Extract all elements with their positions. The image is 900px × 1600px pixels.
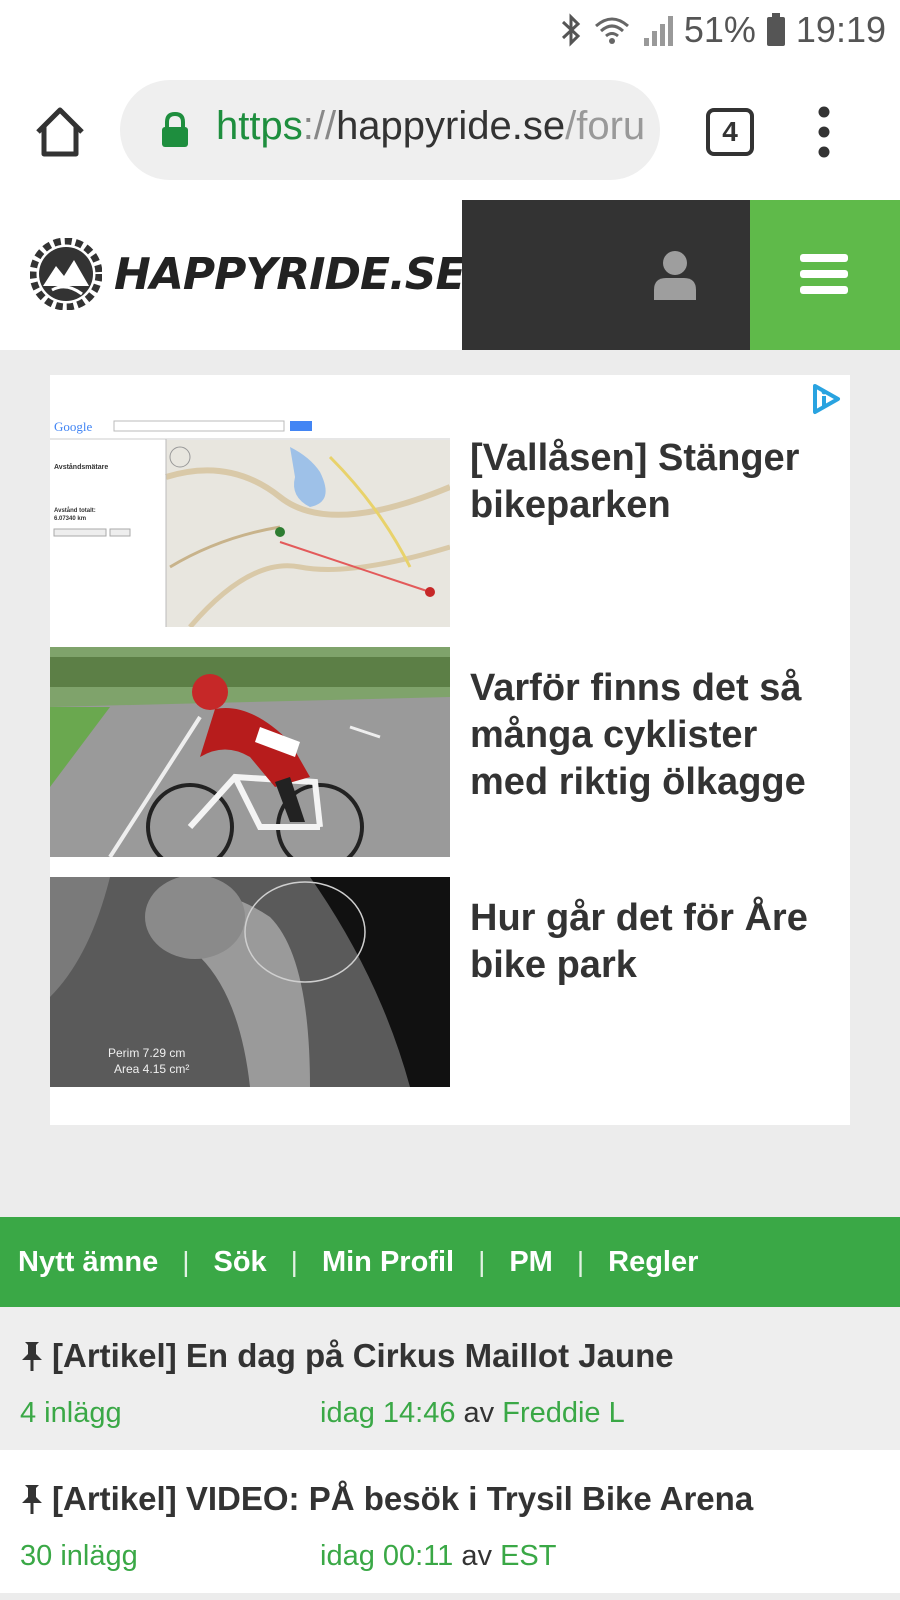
ad-title[interactable]: Varför finns det så många cyklister med …	[470, 665, 845, 806]
signal-icon	[642, 14, 674, 46]
ad-image-xray: Perim 7.29 cm Area 4.15 cm²	[50, 877, 450, 1087]
logo-text: HAPPYRIDE.SE	[114, 248, 466, 300]
tab-switcher-button[interactable]: 4	[706, 108, 754, 156]
home-button[interactable]	[30, 102, 90, 162]
ad-item[interactable]: Varför finns det så många cyklister med …	[50, 647, 850, 857]
topic-row[interactable]: [Artikel] En dag på Cirkus Maillot Jaune…	[0, 1307, 900, 1450]
svg-text:Perim 7.29 cm: Perim 7.29 cm	[108, 1046, 185, 1060]
ad-title[interactable]: [Vallåsen] Stänger bikeparken	[470, 435, 845, 529]
home-icon	[36, 107, 84, 157]
address-bar[interactable]: https://happyride.se/forum	[120, 80, 660, 180]
topic-title[interactable]: [Artikel] VIDEO: PÅ besök i Trysil Bike …	[20, 1480, 753, 1518]
user-icon	[654, 251, 696, 300]
more-vert-icon	[818, 106, 830, 158]
ad-item[interactable]: Perim 7.29 cm Area 4.15 cm² Hur går det …	[50, 877, 850, 1087]
svg-text:Avståndsmätare: Avståndsmätare	[54, 463, 108, 471]
topic-row[interactable]: [Artikel] VIDEO: PÅ besök i Trysil Bike …	[0, 1450, 900, 1593]
nav-new-topic[interactable]: Nytt ämne	[18, 1246, 158, 1279]
topic-title[interactable]: [Artikel] En dag på Cirkus Maillot Jaune	[20, 1337, 674, 1375]
site-menu-button[interactable]	[750, 200, 900, 350]
adchoices-icon[interactable]	[810, 383, 842, 420]
nav-separator: |	[478, 1246, 486, 1277]
user-button[interactable]	[462, 200, 750, 350]
ad-block: Google Avståndsmätare Avstånd totalt: 6.…	[50, 375, 850, 1125]
ad-item[interactable]: Google Avståndsmätare Avstånd totalt: 6.…	[50, 417, 850, 627]
ad-image-cyclist	[50, 647, 450, 857]
lock-icon	[160, 111, 190, 153]
nav-separator: |	[290, 1246, 298, 1277]
browser-menu-button[interactable]	[814, 104, 834, 160]
browser-toolbar: https://happyride.se/forum 4	[0, 64, 900, 201]
site-header: HAPPYRIDE.SE	[0, 200, 900, 350]
last-post: idag 00:11 av EST	[320, 1540, 557, 1572]
nav-separator: |	[576, 1246, 585, 1277]
pin-icon	[22, 1485, 42, 1514]
post-count[interactable]: 30 inlägg	[20, 1540, 138, 1573]
nav-pm[interactable]: PM	[509, 1246, 553, 1279]
ad-title[interactable]: Hur går det för Åre bike park	[470, 895, 845, 989]
nav-profile[interactable]: Min Profil	[322, 1246, 454, 1279]
site-logo[interactable]: HAPPYRIDE.SE	[30, 238, 466, 310]
url-text: https://happyride.se/forum	[216, 104, 646, 148]
nav-separator: |	[182, 1246, 190, 1277]
status-bar: 51% 19:19	[0, 0, 900, 64]
author-link[interactable]: Freddie L	[502, 1397, 625, 1429]
post-count[interactable]: 4 inlägg	[20, 1397, 122, 1430]
author-link[interactable]: EST	[500, 1540, 556, 1572]
pin-icon	[22, 1342, 42, 1371]
ad-image-map: Google Avståndsmätare Avstånd totalt: 6.…	[50, 417, 450, 627]
forum-nav: Nytt ämne | Sök | Min Profil | PM | Regl…	[0, 1217, 900, 1307]
wifi-icon	[592, 14, 632, 46]
svg-text:Area 4.15 cm²: Area 4.15 cm²	[114, 1062, 189, 1076]
last-post-time[interactable]: idag 00:11	[320, 1540, 453, 1572]
bluetooth-icon	[560, 13, 582, 47]
last-post: idag 14:46 av Freddie L	[320, 1397, 625, 1429]
google-logo: Google	[54, 419, 93, 434]
last-post-time[interactable]: idag 14:46	[320, 1397, 455, 1429]
clock: 19:19	[795, 9, 886, 50]
svg-text:6.07340 km: 6.07340 km	[54, 516, 86, 522]
gear-mountain-icon	[30, 238, 102, 310]
battery-icon	[766, 13, 786, 47]
svg-text:Avstånd totalt:: Avstånd totalt:	[54, 507, 96, 514]
battery-percent: 51%	[683, 9, 756, 50]
hamburger-icon	[800, 254, 848, 294]
nav-search[interactable]: Sök	[213, 1246, 266, 1279]
nav-rules[interactable]: Regler	[608, 1246, 698, 1279]
